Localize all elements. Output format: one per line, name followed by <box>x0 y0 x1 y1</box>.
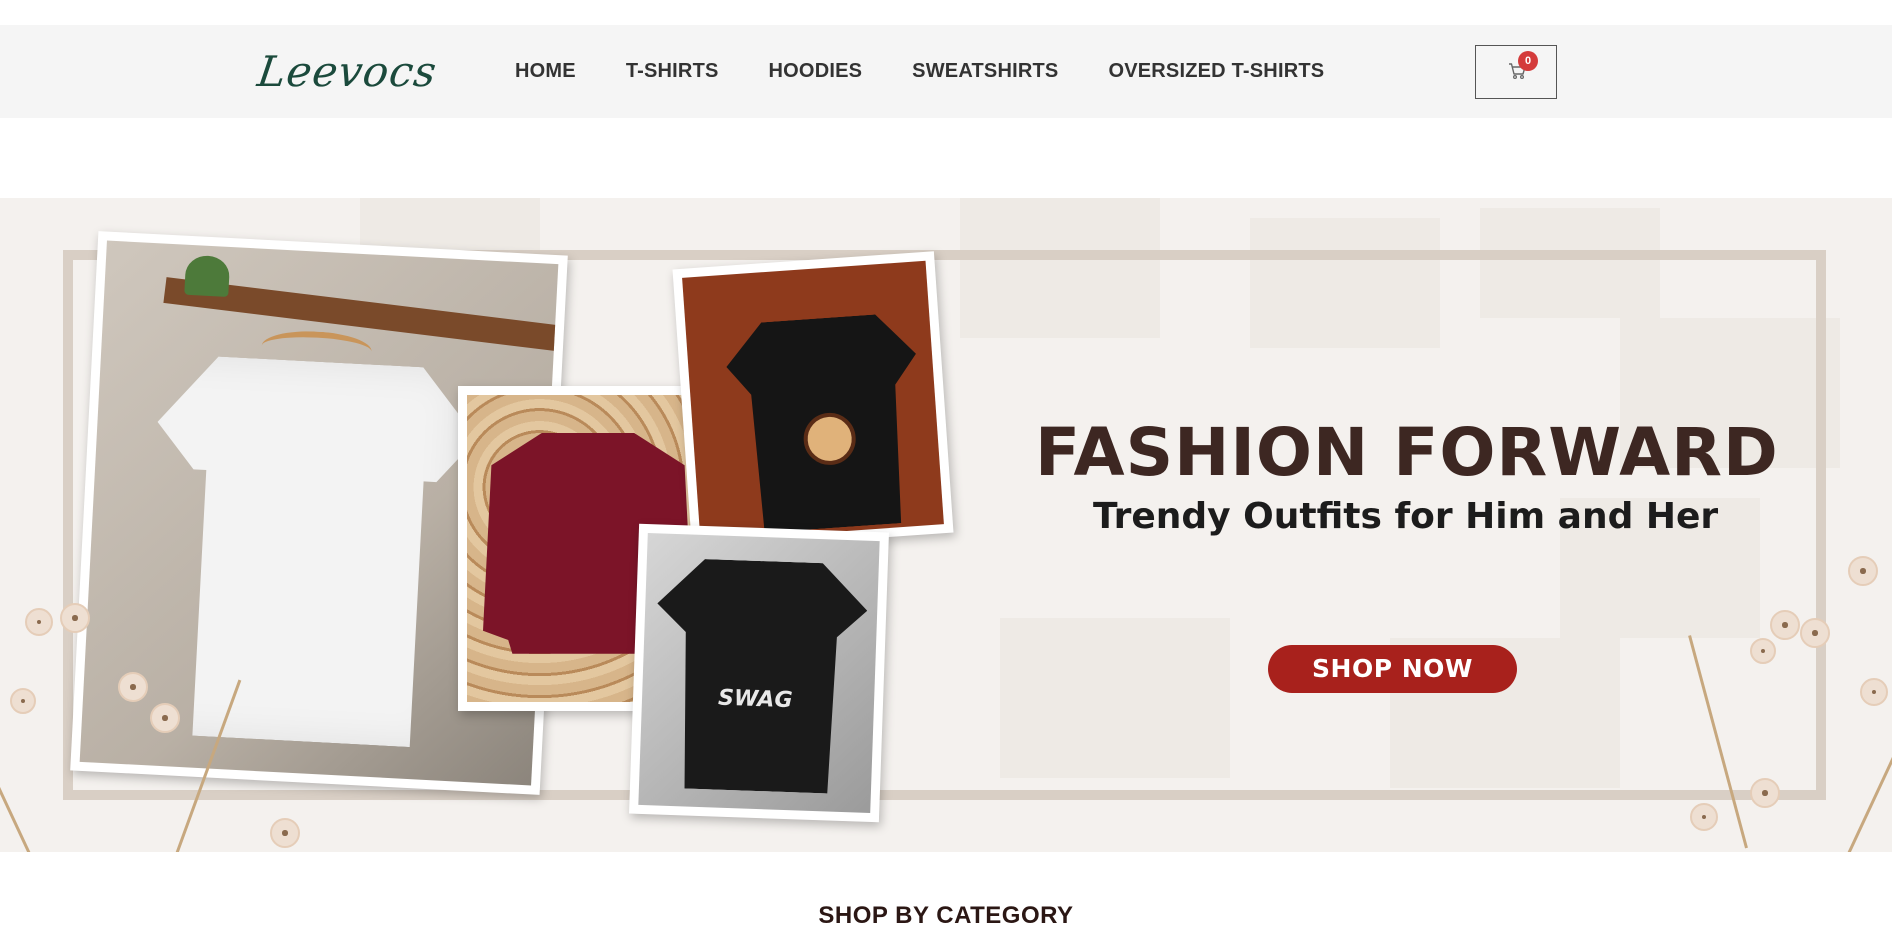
nav-sweatshirts[interactable]: SWEATSHIRTS <box>912 60 1058 83</box>
shop-now-button[interactable]: SHOP NOW <box>1268 645 1517 693</box>
anime-tshirt-photo <box>672 251 954 551</box>
flower-icon <box>60 603 90 633</box>
hero-banner: SWAG FASHION FORWARD Trendy Outfits for … <box>0 198 1892 852</box>
nav-home[interactable]: HOME <box>515 60 576 83</box>
plant-icon <box>184 254 231 297</box>
flower-icon <box>1848 556 1878 586</box>
flower-icon <box>118 672 148 702</box>
flower-icon <box>150 703 180 733</box>
site-header: Leevocs HOME T-SHIRTS HOODIES SWEATSHIRT… <box>0 25 1892 118</box>
flower-icon <box>10 688 36 714</box>
flower-icon <box>270 818 300 848</box>
hero-headline: FASHION FORWARD <box>1035 414 1779 491</box>
swag-print: SWAG <box>717 685 793 714</box>
swag-tshirt-photo: SWAG <box>629 523 889 823</box>
flower-icon <box>1860 678 1888 706</box>
flower-icon <box>1750 638 1776 664</box>
nav-t-shirts[interactable]: T-SHIRTS <box>626 60 719 83</box>
flower-icon <box>1750 778 1780 808</box>
nav-oversized-t-shirts[interactable]: OVERSIZED T-SHIRTS <box>1108 60 1324 83</box>
white-tshirt <box>141 354 480 750</box>
site-logo[interactable]: Leevocs <box>255 47 441 96</box>
nav-hoodies[interactable]: HOODIES <box>769 60 863 83</box>
flower-stem <box>0 621 33 852</box>
flower-icon <box>1770 610 1800 640</box>
flower-icon <box>1800 618 1830 648</box>
flower-icon <box>25 608 53 636</box>
hero-subheadline: Trendy Outfits for Him and Her <box>1093 496 1719 537</box>
flower-icon <box>1690 803 1718 831</box>
cart-button[interactable]: 0 <box>1475 45 1557 99</box>
main-nav: HOME T-SHIRTS HOODIES SWEATSHIRTS OVERSI… <box>515 60 1374 83</box>
cart-count-badge: 0 <box>1518 51 1538 71</box>
flower-stem <box>1845 612 1892 852</box>
black-tshirt <box>651 557 869 794</box>
shop-by-category-heading: SHOP BY CATEGORY <box>818 902 1074 929</box>
